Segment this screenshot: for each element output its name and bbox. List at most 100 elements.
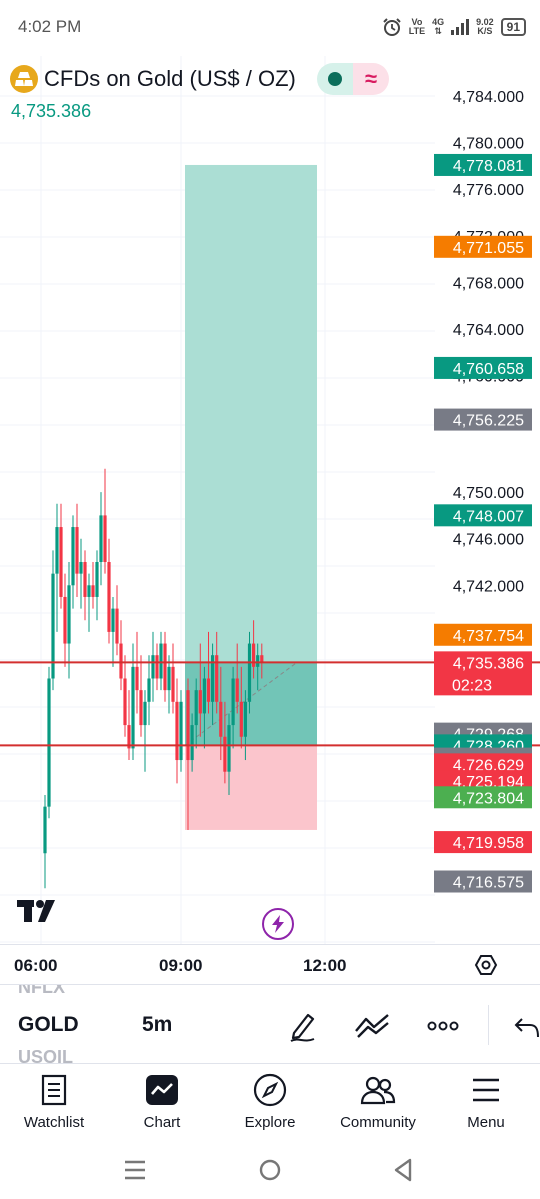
nav-community[interactable]: Community bbox=[324, 1072, 432, 1131]
hamburger-icon bbox=[473, 1078, 499, 1102]
candle-body bbox=[231, 678, 235, 726]
chart-pane[interactable]: 4,784.0004,780.0004,776.0004,772.0004,76… bbox=[0, 56, 540, 944]
candle-body bbox=[247, 643, 252, 702]
market-open-indicator bbox=[317, 63, 353, 95]
candle-body bbox=[159, 643, 163, 679]
candle-body bbox=[219, 701, 223, 737]
symbol-selector[interactable]: GOLD bbox=[18, 1013, 79, 1037]
price-tick-label: 4,768.000 bbox=[453, 275, 524, 292]
candle-body bbox=[59, 527, 63, 597]
candle-body bbox=[243, 701, 247, 737]
candle-body bbox=[206, 678, 211, 702]
candle-body bbox=[227, 725, 231, 772]
nav-explore[interactable]: Explore bbox=[216, 1072, 324, 1131]
delayed-data-icon: ≈ bbox=[353, 63, 389, 95]
price-tag: 4,737.754 bbox=[453, 628, 524, 645]
candle-body bbox=[99, 515, 103, 562]
candle-body bbox=[123, 678, 127, 726]
candle-body bbox=[143, 701, 147, 726]
price-tick-label: 4,784.000 bbox=[453, 89, 524, 106]
price-tag: 4,778.081 bbox=[453, 158, 524, 175]
candle-body bbox=[167, 666, 171, 691]
alarm-icon bbox=[383, 18, 401, 36]
candle-body bbox=[171, 666, 175, 702]
bottom-navigation: Watchlist Chart Explore Community Menu bbox=[0, 1064, 540, 1144]
drawing-pen-icon[interactable] bbox=[286, 1009, 320, 1043]
more-options-icon[interactable] bbox=[426, 1009, 460, 1043]
toolbar-divider bbox=[488, 1005, 489, 1045]
price-tick-label: 4,764.000 bbox=[453, 322, 524, 339]
chart-icon bbox=[146, 1075, 178, 1105]
current-price-tag-countdown: 02:23 bbox=[452, 677, 492, 694]
price-tick-label: 4,776.000 bbox=[453, 182, 524, 199]
candle-body bbox=[155, 655, 159, 679]
time-axis[interactable]: 06:00 09:00 12:00 bbox=[0, 944, 540, 984]
compass-icon bbox=[253, 1073, 287, 1107]
price-tick-label: 4,750.000 bbox=[453, 485, 524, 502]
time-tick: 12:00 bbox=[303, 956, 347, 975]
system-navigation bbox=[0, 1144, 540, 1199]
candle-body bbox=[131, 666, 135, 749]
undo-icon[interactable] bbox=[512, 1009, 540, 1043]
home-icon[interactable] bbox=[258, 1158, 282, 1182]
tradingview-logo[interactable] bbox=[17, 898, 63, 924]
back-icon[interactable] bbox=[392, 1158, 414, 1182]
stop-loss-zone bbox=[185, 745, 317, 830]
candle-body bbox=[252, 643, 256, 667]
candle-body bbox=[139, 690, 143, 726]
candle-body bbox=[239, 701, 243, 737]
header-last-price: 4,735.386 bbox=[11, 101, 92, 121]
candle-body bbox=[115, 608, 119, 644]
candle-body bbox=[83, 562, 87, 597]
candle-body bbox=[43, 806, 47, 854]
nav-label: Watchlist bbox=[23, 1114, 85, 1131]
lightning-icon[interactable] bbox=[262, 908, 294, 940]
indicators-icon[interactable] bbox=[354, 1009, 392, 1043]
interval-selector[interactable]: 5m bbox=[142, 1013, 172, 1037]
price-tag: 4,716.575 bbox=[453, 875, 524, 892]
candle-body bbox=[107, 562, 111, 632]
status-icons: Vo LTE 4G ⇅ 9.02 K/S 91 bbox=[382, 14, 526, 40]
community-icon bbox=[360, 1076, 396, 1105]
signal-icon bbox=[451, 19, 470, 35]
symbol-title[interactable]: CFDs on Gold (US$ / OZ) bbox=[44, 66, 296, 92]
price-tag: 4,723.804 bbox=[453, 790, 524, 807]
recent-apps-icon[interactable] bbox=[124, 1158, 146, 1182]
candle-body bbox=[119, 643, 123, 679]
price-tag: 4,748.007 bbox=[453, 508, 524, 525]
current-price-tag: 4,735.386 bbox=[453, 655, 524, 672]
nav-menu[interactable]: Menu bbox=[432, 1072, 540, 1131]
market-status-pill[interactable]: ≈ bbox=[317, 63, 389, 95]
candle-body bbox=[235, 678, 239, 702]
watchlist-icon bbox=[41, 1074, 67, 1106]
candle-body bbox=[67, 585, 71, 644]
candle-body bbox=[63, 596, 67, 644]
price-tag: 4,756.225 bbox=[453, 413, 524, 430]
nav-label: Chart bbox=[143, 1114, 181, 1131]
price-tick-label: 4,742.000 bbox=[453, 578, 524, 595]
nav-chart[interactable]: Chart bbox=[108, 1072, 216, 1131]
battery-icon: 91 bbox=[500, 18, 526, 36]
time-tick: 06:00 bbox=[14, 956, 58, 975]
network-speed: 9.02 K/S bbox=[476, 17, 494, 36]
candle-body bbox=[175, 701, 179, 761]
nav-label: Community bbox=[340, 1114, 416, 1131]
candle-body bbox=[75, 527, 79, 574]
price-chart[interactable]: 4,784.0004,780.0004,776.0004,772.0004,76… bbox=[0, 56, 540, 944]
nav-watchlist[interactable]: Watchlist bbox=[0, 1072, 108, 1131]
nav-label: Explore bbox=[244, 1114, 296, 1131]
prev-symbol[interactable]: NFLX bbox=[18, 985, 65, 998]
candle-body bbox=[194, 690, 198, 726]
price-tag: 4,771.055 bbox=[453, 240, 524, 257]
candle-body bbox=[202, 678, 206, 714]
chart-toolbar: NFLX GOLD USOIL 5m bbox=[0, 984, 540, 1064]
chart-settings-icon[interactable] bbox=[474, 953, 498, 977]
nav-label: Menu bbox=[467, 1114, 505, 1131]
next-symbol[interactable]: USOIL bbox=[18, 1047, 73, 1063]
candle-body bbox=[95, 562, 99, 597]
symbol-header[interactable]: CFDs on Gold (US$ / OZ) bbox=[10, 62, 296, 96]
candle-body bbox=[47, 678, 51, 807]
price-tick-label: 4,780.000 bbox=[453, 136, 524, 153]
candle-body bbox=[260, 655, 264, 663]
candle-body bbox=[163, 643, 167, 691]
